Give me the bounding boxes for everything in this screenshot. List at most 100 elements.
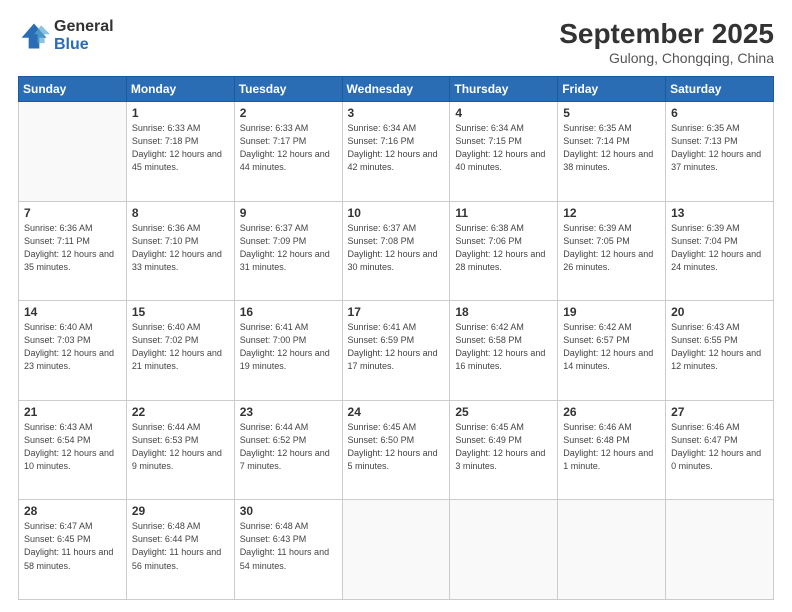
calendar-cell: 21 Sunrise: 6:43 AM Sunset: 6:54 PM Dayli… bbox=[19, 400, 127, 500]
day-number: 27 bbox=[671, 405, 768, 419]
calendar-cell: 5Sunrise: 6:35 AM Sunset: 7:14 PM Daylig… bbox=[558, 102, 666, 202]
logo-text: General Blue bbox=[54, 18, 114, 53]
day-number: 2 bbox=[240, 106, 337, 120]
day-number: 9 bbox=[240, 206, 337, 220]
day-info: Sunrise: 6:45 AM Sunset: 6:50 PM Dayligh… bbox=[348, 421, 445, 473]
day-number: 21 bbox=[24, 405, 121, 419]
day-info: Sunrise: 6:37 AM Sunset: 7:09 PM Dayligh… bbox=[240, 222, 337, 274]
calendar-cell: 11 Sunrise: 6:38 AM Sunset: 7:06 PM Dayli… bbox=[450, 201, 558, 301]
calendar-week-0: 1 Sunrise: 6:33 AM Sunset: 7:18 PM Daylig… bbox=[19, 102, 774, 202]
day-number: 20 bbox=[671, 305, 768, 319]
calendar-cell: 28 Sunrise: 6:47 AM Sunset: 6:45 PM Dayli… bbox=[19, 500, 127, 600]
day-info: Sunrise: 6:47 AM Sunset: 6:45 PM Dayligh… bbox=[24, 520, 121, 572]
calendar-cell: 24 Sunrise: 6:45 AM Sunset: 6:50 PM Dayli… bbox=[342, 400, 450, 500]
month-title: September 2025 bbox=[559, 18, 774, 50]
calendar-cell bbox=[19, 102, 127, 202]
day-number: 3 bbox=[348, 106, 445, 120]
day-number: 28 bbox=[24, 504, 121, 518]
day-info: Sunrise: 6:45 AM Sunset: 6:49 PM Dayligh… bbox=[455, 421, 552, 473]
logo-blue-text: Blue bbox=[54, 36, 114, 54]
day-info: Sunrise: 6:41 AM Sunset: 7:00 PM Dayligh… bbox=[240, 321, 337, 373]
calendar-cell bbox=[666, 500, 774, 600]
calendar-cell: 7Sunrise: 6:36 AM Sunset: 7:11 PM Daylig… bbox=[19, 201, 127, 301]
day-info: Sunrise: 6:44 AM Sunset: 6:53 PM Dayligh… bbox=[132, 421, 229, 473]
day-info: Sunrise: 6:40 AM Sunset: 7:02 PM Dayligh… bbox=[132, 321, 229, 373]
calendar-cell: 25Sunrise: 6:45 AM Sunset: 6:49 PM Dayli… bbox=[450, 400, 558, 500]
calendar-cell: 15 Sunrise: 6:40 AM Sunset: 7:02 PM Dayli… bbox=[126, 301, 234, 401]
day-info: Sunrise: 6:42 AM Sunset: 6:58 PM Dayligh… bbox=[455, 321, 552, 373]
weekday-header-wednesday: Wednesday bbox=[342, 77, 450, 102]
calendar-table: SundayMondayTuesdayWednesdayThursdayFrid… bbox=[18, 76, 774, 600]
weekday-header-tuesday: Tuesday bbox=[234, 77, 342, 102]
weekday-header-friday: Friday bbox=[558, 77, 666, 102]
day-info: Sunrise: 6:37 AM Sunset: 7:08 PM Dayligh… bbox=[348, 222, 445, 274]
calendar-cell: 29 Sunrise: 6:48 AM Sunset: 6:44 PM Dayli… bbox=[126, 500, 234, 600]
calendar-cell bbox=[450, 500, 558, 600]
calendar-cell: 12 Sunrise: 6:39 AM Sunset: 7:05 PM Dayli… bbox=[558, 201, 666, 301]
day-number: 22 bbox=[132, 405, 229, 419]
calendar-cell: 19 Sunrise: 6:42 AM Sunset: 6:57 PM Dayli… bbox=[558, 301, 666, 401]
day-info: Sunrise: 6:36 AM Sunset: 7:10 PM Dayligh… bbox=[132, 222, 229, 274]
day-number: 18 bbox=[455, 305, 552, 319]
calendar-cell bbox=[342, 500, 450, 600]
day-number: 24 bbox=[348, 405, 445, 419]
calendar-cell: 6Sunrise: 6:35 AM Sunset: 7:13 PM Daylig… bbox=[666, 102, 774, 202]
day-info: Sunrise: 6:43 AM Sunset: 6:55 PM Dayligh… bbox=[671, 321, 768, 373]
weekday-header-thursday: Thursday bbox=[450, 77, 558, 102]
weekday-header-monday: Monday bbox=[126, 77, 234, 102]
page: General Blue September 2025 Gulong, Chon… bbox=[0, 0, 792, 612]
calendar-week-2: 14Sunrise: 6:40 AM Sunset: 7:03 PM Dayli… bbox=[19, 301, 774, 401]
day-info: Sunrise: 6:34 AM Sunset: 7:15 PM Dayligh… bbox=[455, 122, 552, 174]
calendar-cell: 2 Sunrise: 6:33 AM Sunset: 7:17 PM Daylig… bbox=[234, 102, 342, 202]
calendar-week-3: 21 Sunrise: 6:43 AM Sunset: 6:54 PM Dayli… bbox=[19, 400, 774, 500]
calendar-cell: 14Sunrise: 6:40 AM Sunset: 7:03 PM Dayli… bbox=[19, 301, 127, 401]
day-number: 10 bbox=[348, 206, 445, 220]
calendar-cell: 8Sunrise: 6:36 AM Sunset: 7:10 PM Daylig… bbox=[126, 201, 234, 301]
day-info: Sunrise: 6:46 AM Sunset: 6:48 PM Dayligh… bbox=[563, 421, 660, 473]
day-info: Sunrise: 6:39 AM Sunset: 7:05 PM Dayligh… bbox=[563, 222, 660, 274]
title-block: September 2025 Gulong, Chongqing, China bbox=[559, 18, 774, 66]
calendar-cell: 4 Sunrise: 6:34 AM Sunset: 7:15 PM Daylig… bbox=[450, 102, 558, 202]
day-info: Sunrise: 6:41 AM Sunset: 6:59 PM Dayligh… bbox=[348, 321, 445, 373]
day-info: Sunrise: 6:43 AM Sunset: 6:54 PM Dayligh… bbox=[24, 421, 121, 473]
calendar-cell: 18 Sunrise: 6:42 AM Sunset: 6:58 PM Dayli… bbox=[450, 301, 558, 401]
calendar-cell: 23 Sunrise: 6:44 AM Sunset: 6:52 PM Dayli… bbox=[234, 400, 342, 500]
calendar-cell: 16Sunrise: 6:41 AM Sunset: 7:00 PM Dayli… bbox=[234, 301, 342, 401]
logo: General Blue bbox=[18, 18, 114, 53]
day-number: 11 bbox=[455, 206, 552, 220]
calendar-header: SundayMondayTuesdayWednesdayThursdayFrid… bbox=[19, 77, 774, 102]
day-info: Sunrise: 6:48 AM Sunset: 6:44 PM Dayligh… bbox=[132, 520, 229, 572]
day-info: Sunrise: 6:33 AM Sunset: 7:17 PM Dayligh… bbox=[240, 122, 337, 174]
header: General Blue September 2025 Gulong, Chon… bbox=[18, 18, 774, 66]
weekday-row: SundayMondayTuesdayWednesdayThursdayFrid… bbox=[19, 77, 774, 102]
logo-general-text: General bbox=[54, 18, 114, 36]
day-info: Sunrise: 6:39 AM Sunset: 7:04 PM Dayligh… bbox=[671, 222, 768, 274]
day-info: Sunrise: 6:44 AM Sunset: 6:52 PM Dayligh… bbox=[240, 421, 337, 473]
day-number: 6 bbox=[671, 106, 768, 120]
calendar-cell: 17 Sunrise: 6:41 AM Sunset: 6:59 PM Dayli… bbox=[342, 301, 450, 401]
day-number: 15 bbox=[132, 305, 229, 319]
day-info: Sunrise: 6:38 AM Sunset: 7:06 PM Dayligh… bbox=[455, 222, 552, 274]
calendar-cell: 3Sunrise: 6:34 AM Sunset: 7:16 PM Daylig… bbox=[342, 102, 450, 202]
day-number: 26 bbox=[563, 405, 660, 419]
calendar-cell: 27Sunrise: 6:46 AM Sunset: 6:47 PM Dayli… bbox=[666, 400, 774, 500]
day-number: 12 bbox=[563, 206, 660, 220]
day-info: Sunrise: 6:42 AM Sunset: 6:57 PM Dayligh… bbox=[563, 321, 660, 373]
day-number: 17 bbox=[348, 305, 445, 319]
calendar-cell: 26 Sunrise: 6:46 AM Sunset: 6:48 PM Dayli… bbox=[558, 400, 666, 500]
day-number: 19 bbox=[563, 305, 660, 319]
calendar-cell bbox=[558, 500, 666, 600]
day-number: 29 bbox=[132, 504, 229, 518]
day-number: 14 bbox=[24, 305, 121, 319]
day-info: Sunrise: 6:35 AM Sunset: 7:14 PM Dayligh… bbox=[563, 122, 660, 174]
day-number: 13 bbox=[671, 206, 768, 220]
calendar-cell: 1 Sunrise: 6:33 AM Sunset: 7:18 PM Daylig… bbox=[126, 102, 234, 202]
day-info: Sunrise: 6:33 AM Sunset: 7:18 PM Dayligh… bbox=[132, 122, 229, 174]
calendar-cell: 22 Sunrise: 6:44 AM Sunset: 6:53 PM Dayli… bbox=[126, 400, 234, 500]
day-number: 23 bbox=[240, 405, 337, 419]
day-number: 4 bbox=[455, 106, 552, 120]
calendar-cell: 20 Sunrise: 6:43 AM Sunset: 6:55 PM Dayli… bbox=[666, 301, 774, 401]
calendar-week-4: 28 Sunrise: 6:47 AM Sunset: 6:45 PM Dayli… bbox=[19, 500, 774, 600]
calendar-cell: 9 Sunrise: 6:37 AM Sunset: 7:09 PM Daylig… bbox=[234, 201, 342, 301]
day-number: 1 bbox=[132, 106, 229, 120]
